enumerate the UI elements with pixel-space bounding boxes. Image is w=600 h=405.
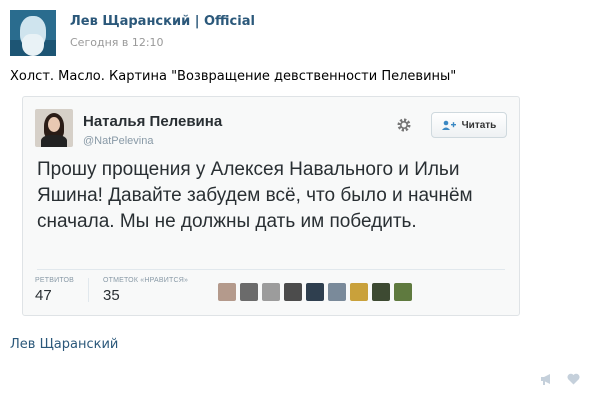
tweet-divider	[37, 269, 505, 270]
person-add-icon	[441, 120, 456, 130]
author-name[interactable]: Лев Щаранский | Official	[70, 14, 255, 29]
likes-stat: ОТМЕТОК «НРАВИТСЯ» 35	[103, 277, 188, 304]
liker-avatar	[372, 283, 390, 301]
liker-avatar	[284, 283, 302, 301]
liker-avatar	[306, 283, 324, 301]
author-block: Лев Щаранский | Official Сегодня в 12:10	[70, 10, 255, 56]
heart-icon[interactable]	[567, 373, 580, 385]
tweet-text: Прошу прощения у Алексея Навального и Ил…	[37, 159, 473, 232]
megaphone-icon[interactable]	[540, 373, 554, 385]
liker-avatars	[218, 283, 412, 301]
stat-separator	[88, 278, 89, 302]
follow-label: Читать	[461, 119, 497, 131]
tweet-author-handle: @NatPelevina	[83, 135, 154, 147]
post-header: Лев Щаранский | Official Сегодня в 12:10	[10, 10, 255, 56]
liker-avatar	[328, 283, 346, 301]
likes-count: 35	[103, 287, 120, 304]
liker-avatar	[240, 283, 258, 301]
liker-avatar	[394, 283, 412, 301]
follow-button: Читать	[431, 112, 507, 138]
retweets-count: 47	[35, 287, 52, 304]
embedded-tweet-image[interactable]: Наталья Пелевина @NatPelevina Читать Про…	[22, 96, 520, 316]
post-time[interactable]: Сегодня в 12:10	[70, 36, 255, 49]
liker-avatar	[262, 283, 280, 301]
tweet-avatar	[35, 109, 73, 147]
likes-label: ОТМЕТОК «НРАВИТСЯ»	[103, 277, 189, 284]
tweet-author-name: Наталья Пелевина	[83, 113, 223, 130]
author-avatar[interactable]	[10, 10, 56, 56]
gear-icon	[397, 118, 411, 132]
retweets-stat: РЕТВИТОВ 47	[35, 277, 74, 304]
source-author-link[interactable]: Лев Щаранский	[10, 337, 118, 352]
retweets-label: РЕТВИТОВ	[35, 277, 74, 284]
liker-avatar	[350, 283, 368, 301]
liker-avatar	[218, 283, 236, 301]
post-text: Холст. Масло. Картина "Возвращение девст…	[10, 69, 457, 84]
